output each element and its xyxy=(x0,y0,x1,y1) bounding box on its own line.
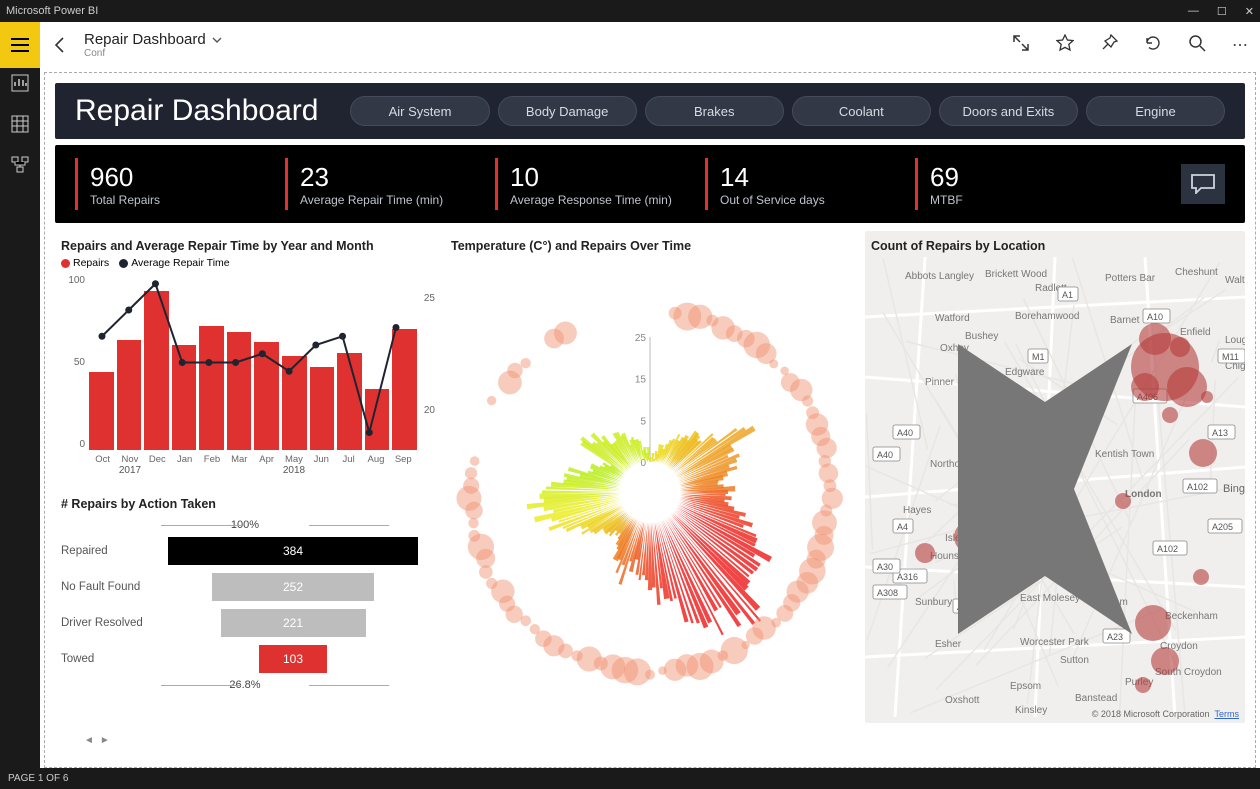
report-canvas: Repair Dashboard Air System Body Damage … xyxy=(40,68,1260,768)
fullscreen-icon[interactable] xyxy=(1012,34,1030,57)
chart-map-locations[interactable]: Count of Repairs by Location Abbots Lang… xyxy=(865,231,1245,723)
back-button[interactable] xyxy=(40,35,80,55)
dashboard-header: Repair Dashboard Air System Body Damage … xyxy=(55,83,1245,139)
breadcrumb-sub: Conf xyxy=(84,48,222,59)
comment-button[interactable] xyxy=(1181,164,1225,204)
breadcrumb-title[interactable]: Repair Dashboard xyxy=(84,31,206,48)
pin-icon[interactable] xyxy=(1100,34,1118,57)
map-attribution: Bing xyxy=(871,259,1245,719)
search-icon[interactable] xyxy=(1188,34,1206,57)
app-title: Microsoft Power BI xyxy=(6,5,98,17)
filter-engine[interactable]: Engine xyxy=(1086,96,1225,126)
refresh-icon[interactable] xyxy=(1144,34,1162,57)
status-bar: PAGE 1 OF 6 xyxy=(0,768,1260,789)
map-copyright: © 2018 Microsoft Corporation Terms xyxy=(1092,709,1239,719)
chart-funnel[interactable]: # Repairs by Action Taken 100% Repaired3… xyxy=(55,489,435,723)
data-view-icon[interactable] xyxy=(11,115,29,138)
filter-doors-exits[interactable]: Doors and Exits xyxy=(939,96,1078,126)
svg-text:15: 15 xyxy=(635,375,647,386)
filter-brakes[interactable]: Brakes xyxy=(645,96,784,126)
filter-air-system[interactable]: Air System xyxy=(350,96,489,126)
kpi-avg-response-time[interactable]: 10Average Response Time (min) xyxy=(495,158,705,210)
favorite-icon[interactable] xyxy=(1056,34,1074,57)
hamburger-button[interactable] xyxy=(0,22,40,68)
chart-radial-temperature[interactable]: Temperature (C°) and Repairs Over Time 2… xyxy=(445,231,855,723)
kpi-total-repairs[interactable]: 960Total Repairs xyxy=(75,158,285,210)
left-rail xyxy=(0,68,40,768)
kpi-strip: 960Total Repairs 23Average Repair Time (… xyxy=(55,145,1245,223)
close-icon[interactable]: ✕ xyxy=(1245,5,1254,18)
page-indicator: PAGE 1 OF 6 xyxy=(8,773,68,784)
titlebar: Microsoft Power BI — ☐ ✕ xyxy=(0,0,1260,22)
combo-legend: Repairs Average Repair Time xyxy=(55,257,435,269)
svg-text:25: 25 xyxy=(635,333,647,344)
svg-text:5: 5 xyxy=(640,416,646,427)
kpi-mtbf[interactable]: 69MTBF xyxy=(915,158,1075,210)
filter-coolant[interactable]: Coolant xyxy=(792,96,931,126)
appbar: Repair Dashboard Conf ⋯ xyxy=(0,22,1260,68)
chart-repairs-combo[interactable]: Repairs and Average Repair Time by Year … xyxy=(55,231,435,481)
more-icon[interactable]: ⋯ xyxy=(1232,35,1250,55)
page-nav[interactable]: ◄► xyxy=(84,735,110,746)
page-title: Repair Dashboard xyxy=(75,94,318,128)
chevron-down-icon[interactable] xyxy=(212,35,222,45)
filter-body-damage[interactable]: Body Damage xyxy=(498,96,637,126)
kpi-avg-repair-time[interactable]: 23Average Repair Time (min) xyxy=(285,158,495,210)
report-view-icon[interactable] xyxy=(11,74,29,97)
maximize-icon[interactable]: ☐ xyxy=(1217,5,1227,18)
minimize-icon[interactable]: — xyxy=(1188,5,1199,17)
map-terms-link[interactable]: Terms xyxy=(1215,709,1240,719)
model-view-icon[interactable] xyxy=(11,156,29,179)
kpi-out-of-service[interactable]: 14Out of Service days xyxy=(705,158,915,210)
